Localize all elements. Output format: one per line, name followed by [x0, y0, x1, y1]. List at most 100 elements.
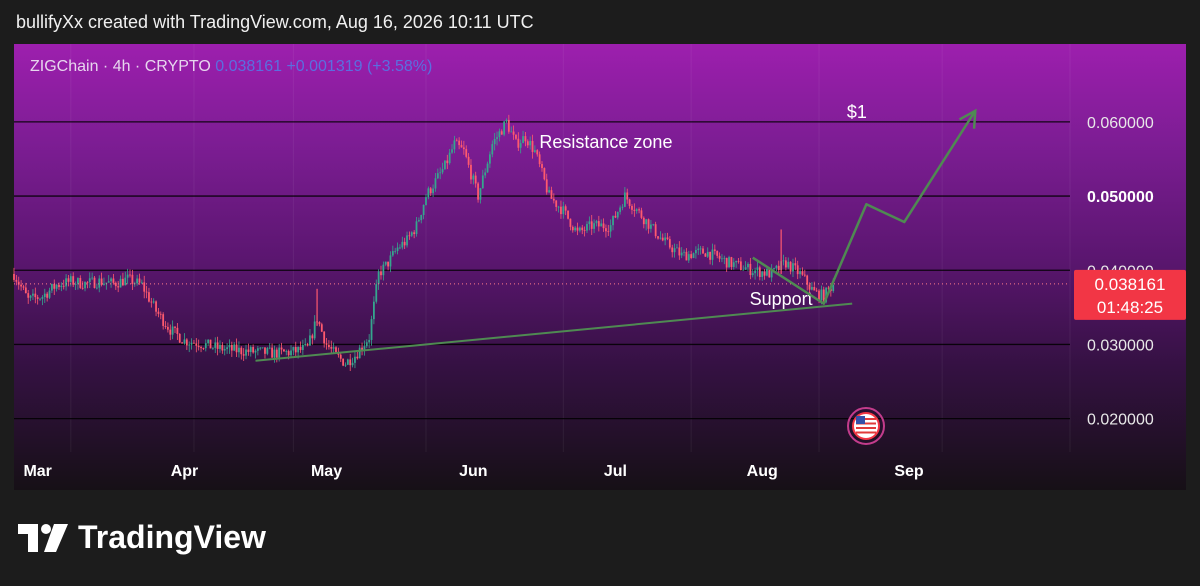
candle-body	[713, 249, 716, 251]
candle-body	[439, 172, 442, 174]
candle-body	[522, 136, 524, 144]
candle-body	[278, 347, 281, 358]
candle-body	[368, 339, 371, 343]
candle-body	[167, 326, 169, 330]
candle-body	[256, 348, 259, 351]
candle-body	[616, 211, 619, 218]
candle-body	[339, 354, 342, 359]
candle-body	[761, 271, 764, 277]
candle-body	[555, 200, 558, 207]
candle-body	[474, 175, 477, 184]
candle-body	[524, 136, 527, 142]
candle-body	[48, 290, 51, 298]
candle-body	[200, 347, 202, 349]
candle-body	[647, 219, 650, 229]
candle-body	[79, 278, 82, 288]
symbol-type: CRYPTO	[144, 58, 211, 75]
candle-body	[62, 285, 65, 287]
candle-body	[477, 183, 479, 200]
candle-body	[543, 168, 546, 180]
candle-body	[252, 347, 255, 353]
candle-body	[709, 251, 712, 260]
candle-body	[512, 131, 515, 135]
candle-body	[815, 290, 818, 292]
candle-body	[612, 215, 614, 226]
symbol-interval: 4h	[112, 58, 131, 75]
candle-body	[429, 188, 432, 194]
candle-body	[235, 344, 238, 353]
candle-body	[401, 241, 404, 248]
candle-body	[507, 119, 510, 132]
candle-body	[773, 268, 775, 270]
candle-body	[46, 293, 49, 298]
x-tick-label: May	[311, 463, 342, 480]
candle-body	[223, 349, 226, 351]
candle-body	[193, 342, 195, 344]
candle-body	[623, 192, 626, 207]
candle-body	[732, 262, 735, 267]
candle-body	[58, 284, 60, 288]
candle-body	[159, 313, 162, 315]
candle-body	[422, 204, 425, 216]
x-tick-label: Jul	[604, 463, 627, 480]
candle-body	[801, 271, 804, 275]
candle-body	[491, 144, 494, 155]
candle-body	[678, 247, 681, 256]
candle-body	[536, 150, 539, 155]
candle-body	[725, 257, 728, 268]
candle-body	[758, 267, 761, 277]
candle-body	[652, 224, 655, 226]
candle-body	[668, 239, 671, 248]
candle-body	[55, 284, 58, 289]
candle-body	[784, 260, 787, 268]
candle-body	[799, 271, 801, 275]
candle-body	[318, 322, 321, 325]
candle-body	[763, 271, 766, 276]
candle-body	[202, 348, 205, 349]
candle-body	[240, 347, 243, 355]
candle-body	[766, 268, 768, 276]
candle-body	[676, 247, 678, 249]
candle-body	[505, 119, 508, 122]
candle-body	[486, 163, 489, 173]
candle-body	[453, 140, 456, 150]
x-tick-label: Mar	[23, 463, 51, 480]
candle-body	[275, 349, 278, 358]
candle-body	[107, 281, 110, 283]
candle-body	[777, 265, 780, 271]
price-chart[interactable]: 0.0600000.0500000.0400000.0300000.020000…	[0, 0, 1200, 586]
candle-body	[562, 206, 565, 215]
candle-body	[29, 295, 32, 298]
candle-body	[695, 249, 697, 254]
candle-body	[687, 254, 690, 261]
tradingview-logo-text: TradingView	[78, 519, 266, 555]
candle-body	[375, 284, 378, 302]
candle-body	[280, 347, 283, 350]
candle-body	[427, 188, 430, 198]
candle-body	[32, 293, 34, 296]
candle-countdown-label: 01:48:25	[1097, 298, 1163, 317]
candle-body	[479, 188, 482, 200]
tradingview-logo[interactable]: TradingView	[18, 519, 266, 556]
candle-body	[114, 282, 117, 287]
symbol-price: 0.038161	[215, 58, 282, 75]
candle-body	[60, 285, 63, 288]
candle-body	[271, 347, 273, 358]
candle-body	[595, 221, 598, 224]
candle-body	[510, 131, 513, 133]
candle-body	[358, 347, 361, 359]
candle-body	[614, 215, 617, 218]
candle-body	[415, 221, 418, 234]
candle-body	[112, 278, 115, 283]
candle-body	[138, 278, 141, 283]
candle-body	[169, 329, 172, 335]
candle-body	[640, 210, 643, 218]
candle-body	[406, 235, 408, 246]
candle-body	[283, 349, 285, 352]
candle-body	[91, 277, 94, 279]
candle-body	[226, 347, 228, 350]
candle-body	[548, 190, 551, 193]
candle-body	[155, 301, 157, 312]
candle-body	[95, 287, 98, 289]
candle-body	[143, 282, 146, 292]
